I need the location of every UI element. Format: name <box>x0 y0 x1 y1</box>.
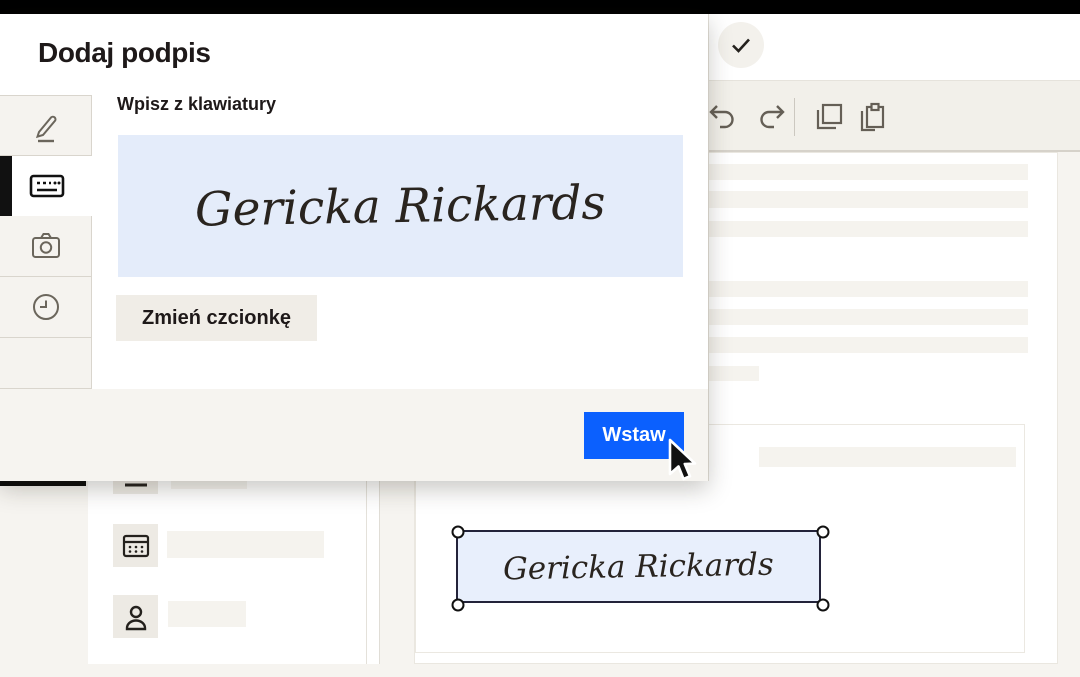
signature-field[interactable]: Gericka Rickards <box>456 530 821 603</box>
resize-handle-nw[interactable] <box>452 526 465 539</box>
keyboard-date-icon <box>121 532 151 560</box>
placeholder-line <box>168 601 246 627</box>
pen-icon <box>29 108 63 144</box>
resize-handle-ne[interactable] <box>817 526 830 539</box>
undo-icon <box>708 103 738 131</box>
top-black-bar <box>0 0 1080 14</box>
copy-icon <box>814 102 844 132</box>
field-item-date[interactable] <box>113 524 158 567</box>
copy-button[interactable] <box>811 99 847 135</box>
paste-button[interactable] <box>854 99 890 135</box>
modal-title: Dodaj podpis <box>38 37 211 69</box>
undo-button[interactable] <box>705 99 741 135</box>
signature-field-text: Gericka Rickards <box>503 546 774 587</box>
selected-tab-indicator <box>0 156 12 216</box>
placeholder-line <box>167 531 324 558</box>
type-panel-label: Wpisz z klawiatury <box>117 94 276 115</box>
redo-icon <box>756 103 786 131</box>
paste-icon <box>857 102 887 132</box>
complete-button[interactable] <box>718 22 764 68</box>
mouse-cursor <box>666 438 700 484</box>
tab-type[interactable] <box>0 156 93 216</box>
tab-saved[interactable] <box>0 277 92 338</box>
modal-footer: Wstaw <box>0 389 708 481</box>
signature-method-tabs <box>0 95 92 389</box>
signature-preview-box[interactable]: Gericka Rickards <box>118 135 683 277</box>
person-icon <box>122 602 150 632</box>
clock-icon <box>30 291 62 323</box>
resize-handle-se[interactable] <box>817 599 830 612</box>
camera-icon <box>29 231 63 261</box>
add-signature-modal: Dodaj podpis <box>0 14 708 481</box>
signature-preview-text: Gericka Rickards <box>195 175 606 237</box>
placeholder-line <box>759 447 1016 467</box>
toolbar-divider <box>794 98 795 136</box>
redo-button[interactable] <box>753 99 789 135</box>
checkmark-icon <box>729 33 753 57</box>
change-font-button[interactable]: Zmień czcionkę <box>116 295 317 341</box>
tab-draw[interactable] <box>0 96 92 156</box>
resize-handle-sw[interactable] <box>452 599 465 612</box>
keyboard-icon <box>29 173 65 199</box>
field-item-person[interactable] <box>113 595 158 638</box>
tab-camera[interactable] <box>0 216 92 277</box>
